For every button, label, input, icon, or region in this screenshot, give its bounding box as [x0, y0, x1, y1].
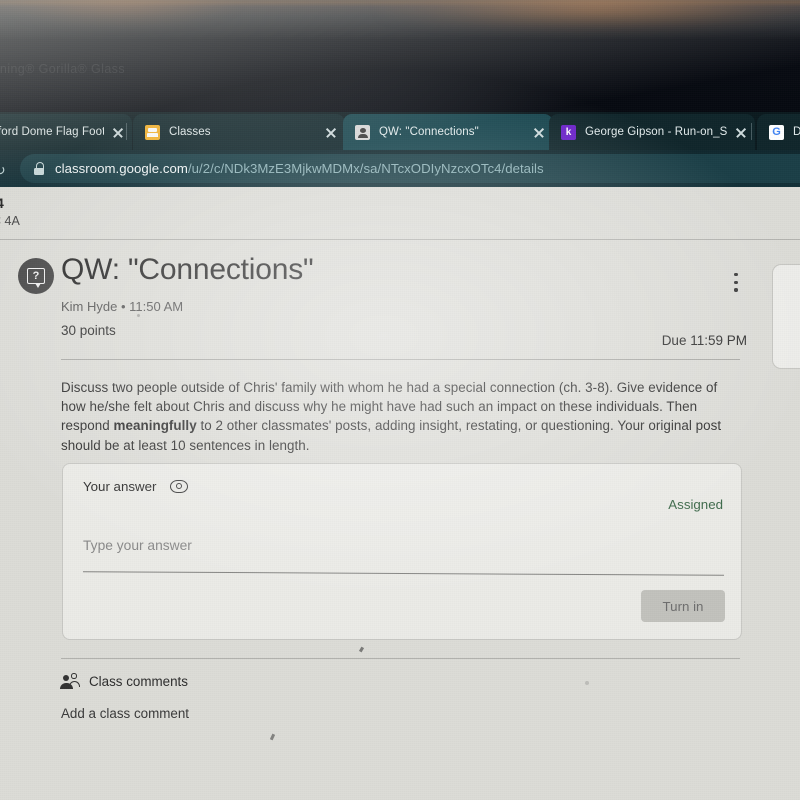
bubble-shape: ?	[27, 268, 45, 288]
answer-input[interactable]	[83, 530, 723, 560]
tab-title: QW: "Connections"	[379, 126, 479, 138]
description-emphasis: meaningfully	[113, 418, 197, 434]
eye-icon[interactable]	[170, 479, 188, 494]
bezel-reflection-glow	[380, 0, 800, 30]
lock-icon[interactable]	[34, 162, 44, 175]
omnibox-row: ↻ classroom.google.com/u/2/c/NDk3MzE3Mjk…	[0, 150, 800, 187]
classroom-icon	[145, 124, 160, 140]
tab-separator	[751, 123, 752, 140]
browser-tab-0[interactable]: ford Dome Flag Footb	[0, 114, 132, 150]
tab-title: George Gipson - Run-on_Sente	[585, 126, 727, 138]
header-divider	[61, 359, 740, 360]
turn-in-button[interactable]: Turn in	[641, 590, 725, 622]
tab-title: Dis	[793, 126, 800, 138]
question-bubble-icon: ?	[18, 258, 54, 294]
your-answer-label: Your answer	[83, 479, 157, 494]
browser-chrome: ford Dome Flag Footb Classes QW: "Connec…	[0, 112, 800, 187]
bezel-reflection-glow-left	[0, 0, 240, 24]
assignment-description: Discuss two people outside of Chris' fam…	[61, 378, 737, 455]
url-host: classroom.google.com	[55, 161, 188, 176]
tab-title: Classes	[169, 126, 211, 138]
tab-title: ford Dome Flag Footb	[0, 126, 104, 138]
browser-tab-1[interactable]: Classes	[133, 114, 345, 150]
kami-icon: k	[561, 124, 576, 140]
class-breadcrumb-line2: C 4A	[0, 214, 20, 228]
answer-card: Your answer Assigned Turn in	[62, 463, 742, 640]
page-title: QW: "Connections"	[61, 253, 314, 286]
google-icon: G	[769, 124, 784, 140]
question-mark-glyph: ?	[32, 269, 40, 282]
input-underline	[83, 571, 724, 576]
close-icon[interactable]	[110, 124, 126, 140]
status-badge: Assigned	[668, 497, 723, 512]
tab-separator	[126, 123, 127, 140]
url-path: /u/2/c/NDk3MzE3MjkwMDMx/sa/NTcxODIyNzcxO…	[187, 161, 544, 176]
assignment-byline: Kim Hyde • 11:50 AM	[61, 299, 184, 314]
assignment-points: 30 points	[61, 323, 116, 338]
add-class-comment-input[interactable]: Add a class comment	[61, 706, 189, 721]
browser-tab-2-active[interactable]: QW: "Connections"	[343, 114, 553, 150]
close-icon[interactable]	[323, 124, 339, 140]
comments-divider	[61, 658, 740, 659]
close-icon[interactable]	[733, 124, 749, 140]
class-comments-heading: Class comments	[89, 674, 188, 689]
more-vert-icon[interactable]	[727, 273, 745, 295]
people-icon	[60, 673, 81, 689]
browser-tab-4[interactable]: G Dis	[757, 114, 800, 150]
browser-tab-3[interactable]: k George Gipson - Run-on_Sente	[549, 114, 755, 150]
address-bar[interactable]: classroom.google.com/u/2/c/NDk3MzE3MjkwM…	[20, 154, 800, 183]
bezel-brand-text: orning® Gorilla® Glass	[0, 62, 125, 76]
side-panel-edge	[772, 264, 800, 369]
laptop-bezel: orning® Gorilla® Glass	[0, 0, 800, 112]
page-top-divider	[0, 239, 800, 240]
assignment-due: Due 11:59 PM	[661, 333, 747, 348]
url-text: classroom.google.com/u/2/c/NDk3MzE3MjkwM…	[55, 161, 544, 176]
browser-tab-strip: ford Dome Flag Footb Classes QW: "Connec…	[0, 112, 800, 150]
photo-of-laptop-screen: orning® Gorilla® Glass ford Dome Flag Fo…	[0, 0, 800, 800]
close-icon[interactable]	[531, 124, 547, 140]
class-breadcrumb-line1: 4	[0, 195, 4, 211]
classroom-question-icon	[355, 124, 370, 140]
reload-icon[interactable]: ↻	[0, 162, 6, 179]
